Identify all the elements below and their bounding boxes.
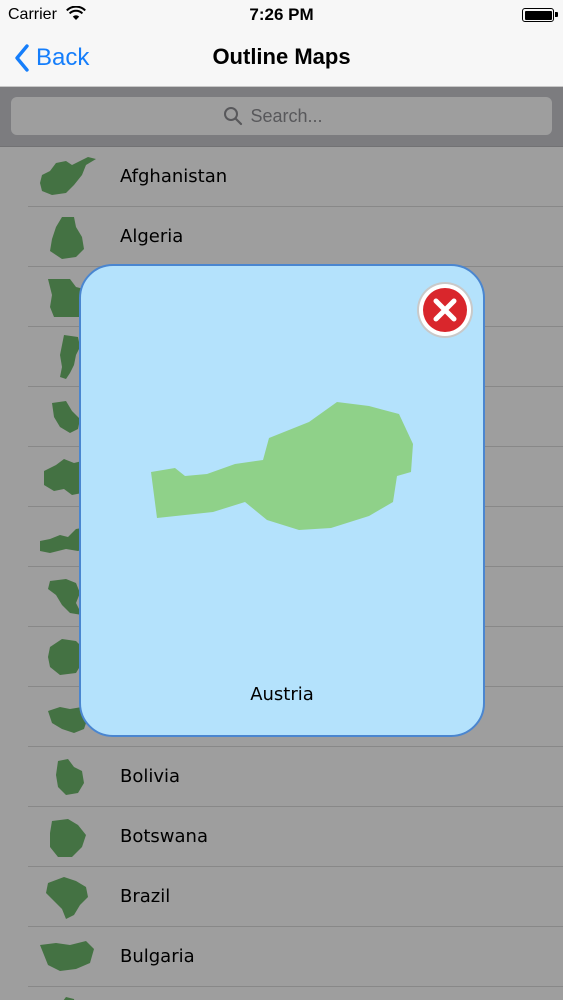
close-button[interactable]: [415, 280, 475, 340]
clock-label: 7:26 PM: [249, 5, 314, 24]
popup-country-name: Austria: [250, 684, 314, 705]
battery-icon: [522, 8, 558, 22]
status-bar: Carrier 7:26 PM: [0, 0, 563, 30]
navigation-bar: Back Outline Maps: [0, 30, 563, 87]
chevron-left-icon: [15, 44, 29, 72]
country-preview-popup: Austria: [79, 264, 485, 737]
back-button[interactable]: Back: [14, 40, 89, 76]
back-label: Back: [36, 44, 90, 71]
austria-map-icon: [151, 402, 413, 530]
